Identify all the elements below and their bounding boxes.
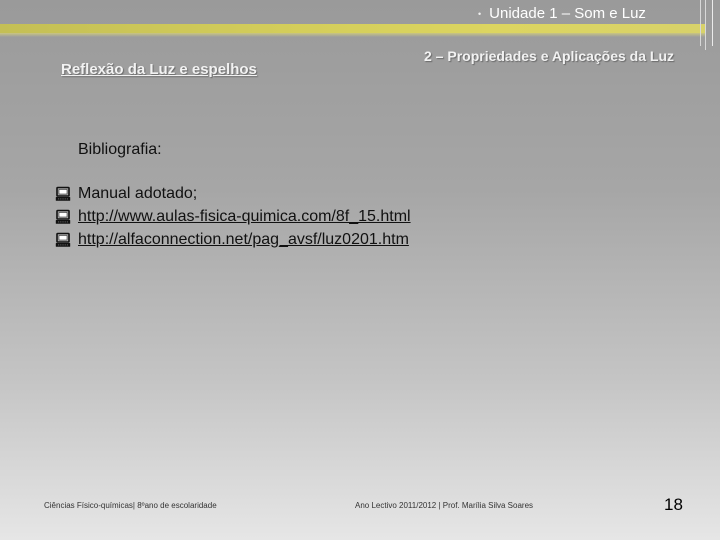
bibliography-link[interactable]: http://www.aulas-fisica-quimica.com/8f_1… <box>55 205 411 228</box>
bibliography-link[interactable]: http://alfaconnection.net/pag_avsf/luz02… <box>55 228 411 251</box>
decorative-vertical-line <box>700 0 701 46</box>
page-number: 18 <box>664 495 683 514</box>
bibliography-heading: Bibliografia: <box>78 141 162 158</box>
header-gold-bar-shadow <box>0 33 706 37</box>
computer-icon <box>55 209 71 224</box>
bibliography-list: Manual adotado; http://www.aulas-fisica-… <box>55 182 411 251</box>
bibliography-link-text[interactable]: http://alfaconnection.net/pag_avsf/luz02… <box>78 228 409 251</box>
section-title: 2 – Propriedades e Aplicações da Luz <box>424 48 675 64</box>
footer-school-year: Ano Lectivo 2011/2012 | Prof. Marília Si… <box>355 501 534 510</box>
subtitle-link[interactable]: Reflexão da Luz e espelhos <box>61 60 301 80</box>
decorative-vertical-line <box>712 0 713 46</box>
header-bullet: • <box>478 9 482 20</box>
decorative-vertical-line <box>705 0 706 50</box>
computer-icon <box>55 232 71 247</box>
header-title-text: Unidade 1 – Som e Luz <box>489 5 646 22</box>
header-title: • Unidade 1 – Som e Luz <box>478 4 693 24</box>
bibliography-item: Manual adotado; <box>55 182 411 205</box>
footer-course: Ciências Físico-químicas| 8ºano de escol… <box>44 501 217 510</box>
header-gold-bar <box>0 24 706 33</box>
bibliography-link-text[interactable]: http://www.aulas-fisica-quimica.com/8f_1… <box>78 205 411 228</box>
computer-icon <box>55 186 71 201</box>
bibliography-item-text: Manual adotado; <box>78 185 198 202</box>
